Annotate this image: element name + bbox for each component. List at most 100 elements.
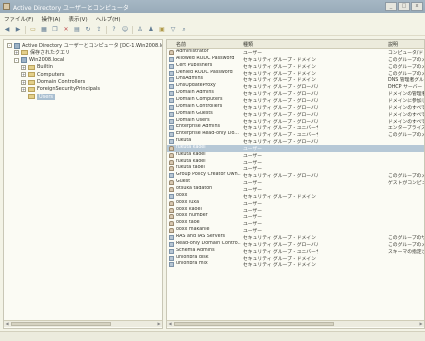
scroll-left-icon[interactable]: ◀ (4, 321, 10, 327)
details-horizontal-scrollbar[interactable]: ◀ ▶ (167, 320, 424, 327)
tree-horizontal-scrollbar[interactable]: ◀ ▶ (4, 320, 162, 327)
title-bar: Active Directory ユーザーとコンピュータ _ □ x (0, 0, 425, 13)
table-row[interactable]: ooxx number ユーザー (167, 213, 424, 220)
close-button[interactable]: x (411, 2, 423, 11)
help-icon[interactable]: ? (110, 26, 118, 34)
table-row[interactable]: Guest ユーザー ゲストがコンピュ (167, 179, 424, 186)
table-row[interactable]: fukuta taoel ユーザー (167, 165, 424, 172)
scroll-right-icon[interactable]: ▶ (418, 321, 424, 327)
table-row[interactable]: Domain Computers セキュリティ グループ - グローバル ドメインに… (167, 97, 424, 104)
export-icon[interactable]: ⇪ (95, 26, 103, 34)
menu-view[interactable]: 表示(V) (69, 15, 88, 23)
menu-help[interactable]: ヘルプ(H) (96, 15, 121, 23)
table-row[interactable]: fukuta kaoel ユーザー (167, 144, 424, 152)
filter-icon[interactable]: ▽ (169, 26, 177, 34)
tree-item[interactable]: + 保存されたクエリ (14, 49, 70, 56)
column-header-description[interactable]: 説明 (388, 41, 398, 48)
tree-item[interactable]: Users (21, 93, 56, 100)
tree-item[interactable]: + Domain Controllers (21, 79, 85, 86)
expand-icon[interactable]: + (21, 86, 26, 92)
tree-item[interactable]: - Win2008.local (14, 57, 64, 64)
user-icon (169, 159, 174, 165)
table-row[interactable]: Group Policy Creator Own... セキュリティ グループ -… (167, 172, 424, 179)
group-icon (169, 63, 174, 69)
toolbar-separator (25, 25, 26, 34)
menu-file[interactable]: ファイル(F) (4, 15, 33, 23)
copy-icon[interactable]: ❐ (51, 26, 59, 34)
group-icon (169, 255, 174, 261)
tree-item[interactable]: + ForeignSecurityPrincipals (21, 86, 100, 93)
tree-item[interactable]: + Builtin (21, 64, 53, 71)
table-row[interactable]: Allowed RODC Password セキュリティ グループ - ドメイン … (167, 56, 424, 63)
table-row[interactable]: fukuta セキュリティ グループ - グローバル (167, 138, 424, 145)
find-icon[interactable]: ⌕ (180, 26, 188, 34)
table-row[interactable]: Enterprise Admins セキュリティ グループ - ユニバーサル エンタ… (167, 124, 424, 131)
properties-icon[interactable]: ▤ (73, 26, 81, 34)
cell-name: ooxx kaoel (176, 206, 202, 212)
collapse-icon[interactable]: - (14, 57, 19, 63)
user-add-icon[interactable]: ♙ (136, 26, 144, 34)
cell-name: ooxx makanie (176, 227, 210, 233)
table-row[interactable]: ooxx luxa ユーザー (167, 200, 424, 207)
delete-icon[interactable]: ✕ (62, 26, 70, 34)
table-row[interactable]: Denied RODC Passwordセキュリティ グループ - ドメイン ロ… (167, 69, 424, 77)
scroll-right-icon[interactable]: ▶ (156, 321, 162, 327)
table-row[interactable]: Enterprise Read-only Do... セキュリティ グループ - … (167, 131, 424, 138)
refresh-icon[interactable]: ↻ (84, 26, 92, 34)
table-row[interactable]: Domain Guests セキュリティ グループ - グローバル ドメインのすべて (167, 111, 424, 118)
table-row[interactable]: Administrator ユーザー コンピュータ/ドメ (167, 49, 424, 56)
table-row[interactable]: DnsAdminsセキュリティ グループ - ドメイン ローカルDNS 管理者グ… (167, 76, 424, 83)
column-header-name[interactable]: 名前 (176, 41, 186, 48)
table-row[interactable]: Domain Users セキュリティ グループ - グローバル ドメインのすべて (167, 118, 424, 125)
maximize-button[interactable]: □ (398, 2, 410, 11)
cell-name: Schema Admins (176, 247, 215, 253)
grid-icon[interactable]: ▦ (40, 26, 48, 34)
table-row[interactable]: ooxx taoe ユーザー (167, 220, 424, 227)
toolbar-separator (106, 25, 107, 34)
expand-icon[interactable]: + (14, 50, 19, 56)
table-row[interactable]: Domain Admins セキュリティ グループ - グローバル ドメインの管理者 (167, 90, 424, 97)
expand-icon[interactable]: + (21, 72, 26, 78)
table-row[interactable]: RAS and IAS Serversセキュリティ グループ - ドメイン ロー… (167, 234, 424, 241)
group-icon (169, 139, 174, 145)
ou-add-icon[interactable]: ▣ (158, 26, 166, 34)
scroll-left-icon[interactable]: ◀ (167, 321, 173, 327)
table-row[interactable]: ooxx kaoel ユーザー (167, 206, 424, 214)
scroll-thumb[interactable] (11, 322, 111, 326)
table-row[interactable]: Domain Controllers セキュリティ グループ - グローバル ドメイ… (167, 104, 424, 111)
group-icon (169, 77, 174, 83)
group-icon (169, 234, 174, 240)
minimize-button[interactable]: _ (385, 2, 397, 11)
user-icon (169, 180, 174, 186)
table-row[interactable]: Schema Admins セキュリティ グループ - ユニバーサル スキーマの指定… (167, 247, 424, 255)
menu-action[interactable]: 操作(A) (41, 15, 60, 23)
table-row[interactable]: ooxxセキュリティ グループ - ドメイン ローカル (167, 193, 424, 200)
back-icon[interactable]: ◀ (3, 26, 11, 34)
group-add-icon[interactable]: ♟ (147, 26, 155, 34)
expand-icon[interactable]: + (21, 64, 26, 70)
users-icon[interactable]: ☺ (121, 26, 129, 34)
tree-item[interactable]: - Active Directory ユーザーとコンピュータ [DC-1.Win2… (7, 42, 162, 49)
table-row[interactable]: Read-only Domain Contro... セキュリティ グループ - … (167, 241, 424, 248)
cell-name: Denied RODC Password (176, 69, 233, 75)
tree-item-label: ForeignSecurityPrincipals (37, 86, 100, 93)
forward-icon[interactable]: ▶ (14, 26, 22, 34)
expand-icon[interactable]: + (21, 79, 26, 85)
table-row[interactable]: DnsUpdateProxy セキュリティ グループ - グローバル DHCP サー… (167, 83, 424, 90)
table-row[interactable]: unionbra diskセキュリティ グループ - ドメイン ローカル (167, 255, 424, 262)
table-row[interactable]: fukuta kaoel ユーザー (167, 159, 424, 166)
cell-name: fukuta taoel (176, 165, 205, 171)
tree-item[interactable]: + Computers (21, 71, 64, 78)
table-row[interactable]: unionbra mix セキュリティ グループ - ドメイン ローカル (167, 261, 424, 268)
table-row[interactable]: otsuka tadaton ユーザー (167, 186, 424, 193)
group-icon (169, 118, 174, 124)
scroll-thumb[interactable] (174, 322, 334, 326)
table-row[interactable]: Cert Publishersセキュリティ グループ - ドメイン ローカルこの… (167, 63, 424, 70)
table-row[interactable]: fukuta kaoel ユーザー (167, 152, 424, 159)
column-header-type[interactable]: 種類 (243, 41, 253, 48)
collapse-icon[interactable]: - (7, 43, 12, 48)
table-row[interactable]: ooxx makanie ユーザー (167, 227, 424, 234)
folder-icon[interactable]: ▭ (29, 26, 37, 34)
tree-item-label: Builtin (37, 64, 53, 71)
user-icon (169, 207, 174, 213)
